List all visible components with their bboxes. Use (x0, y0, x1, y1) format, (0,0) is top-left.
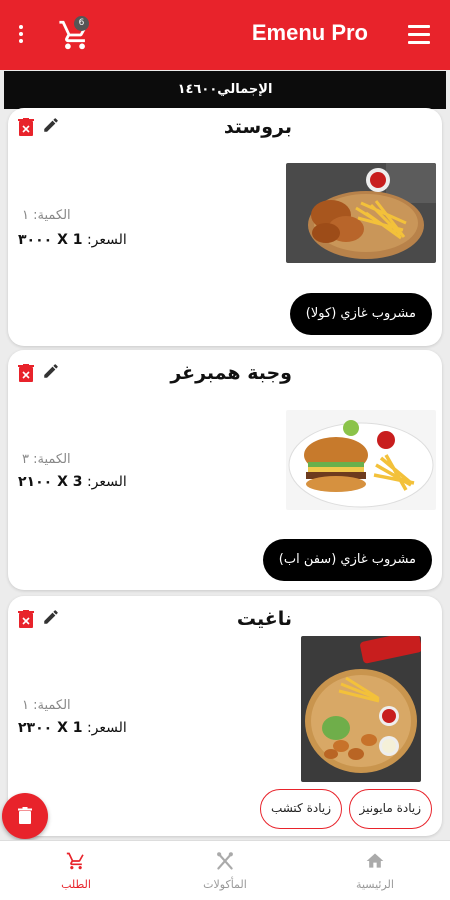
item-quantity: الكمية: ٣ (22, 452, 71, 467)
more-vert-icon[interactable] (10, 22, 32, 48)
delete-icon[interactable] (18, 610, 34, 628)
app-title: Emenu Pro (251, 20, 368, 45)
delete-icon[interactable] (18, 364, 34, 382)
price-value: 3 X ٢١٠٠ (18, 474, 83, 490)
extra-chip[interactable]: مشروب غازي (سفن اب) (262, 539, 432, 581)
clear-order-button[interactable] (2, 793, 48, 839)
price-label: السعر: (86, 720, 127, 736)
item-price: السعر: 1 X ٢٣٠٠ (18, 720, 127, 736)
nav-item-order[interactable]: الطلب (26, 851, 126, 891)
price-value: 1 X ٢٣٠٠ (18, 720, 83, 736)
edit-pencil-icon[interactable] (42, 362, 60, 380)
extra-chip[interactable]: زيادة مايونيز (348, 789, 432, 829)
nav-item-home[interactable]: الرئيسية (325, 851, 425, 891)
delete-icon[interactable] (18, 118, 34, 136)
hamburger-icon[interactable] (408, 25, 430, 45)
order-item-card: ناغيت الكمية: ١ السعر: 1 X ٢٣٠٠ زيادة ما… (8, 596, 442, 836)
nav-label: الرئيسية (356, 878, 394, 891)
nav-item-menu[interactable]: المأكولات (175, 851, 275, 891)
price-label: السعر: (86, 232, 127, 248)
cart-icon (66, 852, 84, 870)
item-price: السعر: 3 X ٢١٠٠ (18, 474, 127, 490)
item-name: ناغيت (236, 608, 292, 630)
fork-knife-icon (217, 852, 233, 870)
item-name: وجبة همبرغر (170, 362, 292, 384)
home-icon (366, 853, 384, 868)
item-quantity: الكمية: ١ (22, 208, 71, 223)
extra-chip[interactable]: مشروب غازي (كولا) (289, 293, 432, 335)
price-label: السعر: (86, 474, 127, 490)
nuggets-platter-photo (301, 636, 421, 782)
order-item-card: بروستد الكمية: ١ السعر: 1 X ٣٠٠٠ مشروب غ… (8, 108, 442, 346)
trash-icon (18, 807, 32, 824)
fried-chicken-fries-photo (286, 163, 436, 263)
cart-count-badge: 6 (74, 16, 89, 31)
bottom-navigation: الطلب المأكولات الرئيسية (0, 840, 450, 900)
edit-pencil-icon[interactable] (42, 608, 60, 626)
order-item-card: وجبة همبرغر الكمية: ٣ السعر: 3 X ٢١٠٠ مش… (8, 350, 442, 590)
order-total: الإجمالي١٤٦٠٠ (4, 71, 446, 109)
nav-label: الطلب (61, 878, 91, 891)
item-name: بروستد (223, 116, 292, 138)
nav-label: المأكولات (203, 878, 247, 891)
item-quantity: الكمية: ١ (22, 698, 71, 713)
price-value: 1 X ٣٠٠٠ (18, 232, 83, 248)
burger-fries-photo (286, 410, 436, 510)
item-price: السعر: 1 X ٣٠٠٠ (18, 232, 127, 248)
app-bar: 6 Emenu Pro (0, 0, 450, 70)
edit-pencil-icon[interactable] (42, 116, 60, 134)
extra-chip[interactable]: زيادة كتشب (259, 789, 342, 829)
